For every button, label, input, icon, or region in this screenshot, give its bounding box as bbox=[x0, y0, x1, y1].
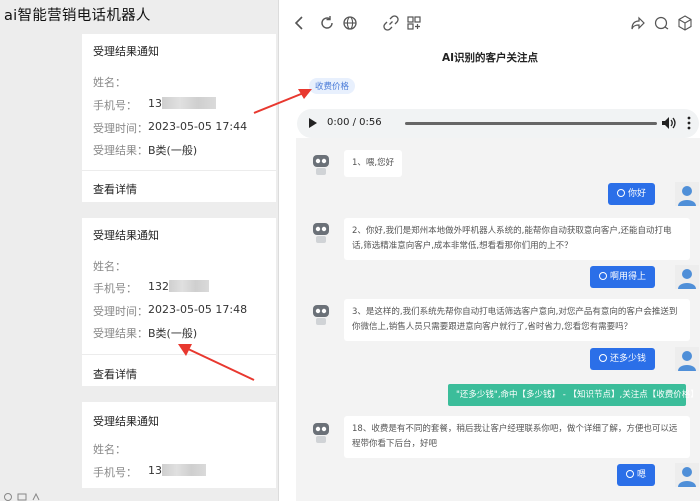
divider bbox=[82, 354, 276, 355]
audio-progress[interactable] bbox=[405, 122, 657, 125]
toolbar bbox=[279, 10, 700, 36]
phone-label: 手机号： bbox=[93, 282, 137, 295]
time-label: 受理时间： bbox=[93, 305, 148, 318]
robot-avatar-icon bbox=[313, 223, 329, 243]
phone-prefix: 13 bbox=[148, 97, 162, 110]
user-avatar-icon bbox=[675, 265, 699, 289]
screen: ai智能营销电话机器人 受理结果通知 姓名： 手机号： 13 受理时间： 202… bbox=[0, 0, 700, 501]
more-options-icon[interactable] bbox=[687, 116, 691, 130]
view-details-link[interactable]: 查看详情 bbox=[93, 181, 137, 197]
robot-avatar-icon bbox=[313, 423, 329, 443]
result-value: B类(一般) bbox=[148, 144, 198, 157]
cube-icon[interactable] bbox=[676, 14, 694, 32]
emoji-icon bbox=[4, 493, 12, 501]
scissors-icon bbox=[32, 492, 40, 501]
phone-prefix: 13 bbox=[148, 464, 162, 477]
user-message[interactable]: 你好 bbox=[607, 183, 655, 205]
footer-icons bbox=[4, 492, 44, 501]
bot-message: 18、收费是有不同的套餐，稍后我让客户经理联系你吧，做个详细了解，方便也可以远程… bbox=[344, 416, 690, 458]
time-value: 2023-05-05 17:44 bbox=[148, 120, 248, 133]
time-label: 受理时间： bbox=[93, 122, 148, 135]
user-message-text: 还多少钱 bbox=[609, 354, 646, 364]
view-details-link[interactable]: 查看详情 bbox=[93, 366, 137, 382]
play-circle-icon bbox=[598, 272, 607, 280]
user-avatar-icon bbox=[675, 463, 699, 487]
user-message-text: 你好 bbox=[627, 189, 646, 199]
back-icon[interactable] bbox=[291, 14, 309, 32]
card-title: 受理结果通知 bbox=[93, 45, 159, 58]
play-circle-icon bbox=[616, 189, 625, 197]
volume-icon[interactable] bbox=[661, 116, 677, 130]
play-circle-icon bbox=[598, 354, 607, 362]
result-card: 受理结果通知 姓名： 手机号： 13 受理时间： 2023-05-05 17:4… bbox=[82, 34, 276, 202]
play-icon[interactable] bbox=[309, 118, 317, 128]
user-message-text: 啊用得上 bbox=[609, 272, 646, 282]
redacted-phone bbox=[162, 97, 216, 109]
phone-prefix: 132 bbox=[148, 280, 169, 293]
user-message[interactable]: 嗯 bbox=[616, 464, 655, 486]
result-card: 受理结果通知 姓名： 手机号： 132 受理时间： 2023-05-05 17:… bbox=[82, 218, 276, 386]
miniprogram-icon[interactable] bbox=[405, 14, 423, 32]
chat-transcript: 1、喂,您好 你好 2、你好,我们是郑州本地做外呼机器人系统的,能帮你自动获取意… bbox=[296, 138, 700, 501]
keyword-hit-banner: "还多少钱",命中【多少钱】 - 【知识节点】,关注点【收费价格】 bbox=[448, 384, 699, 406]
robot-avatar-icon bbox=[313, 155, 329, 175]
notification-list-panel: ai智能营销电话机器人 受理结果通知 姓名： 手机号： 13 受理时间： 202… bbox=[0, 0, 276, 501]
user-avatar-icon bbox=[675, 347, 699, 371]
phone-label: 手机号： bbox=[93, 466, 137, 479]
call-detail-panel: AI识别的客户关注点 收费价格 0:00 / 0:56 1、喂,您好 你好 2、… bbox=[278, 0, 700, 501]
name-label: 姓名： bbox=[93, 76, 126, 89]
globe-icon[interactable] bbox=[341, 14, 359, 32]
result-card: 受理结果通知 姓名： 手机号： 13 bbox=[82, 402, 276, 488]
card-title: 受理结果通知 bbox=[93, 229, 159, 242]
result-label: 受理结果： bbox=[93, 327, 148, 340]
time-value: 2023-05-05 17:48 bbox=[148, 303, 248, 316]
bot-message: 3、是这样的,我们系统先帮你自动打电话筛选客户意向,对您产品有意向的客户会推送到… bbox=[344, 299, 690, 341]
name-label: 姓名： bbox=[93, 443, 126, 456]
bot-message: 1、喂,您好 bbox=[344, 150, 403, 177]
name-label: 姓名： bbox=[93, 260, 126, 273]
audio-time: 0:00 / 0:56 bbox=[327, 117, 382, 128]
user-message[interactable]: 还多少钱 bbox=[589, 348, 655, 370]
result-value: B类(一般) bbox=[148, 327, 198, 340]
concern-tag[interactable]: 收费价格 bbox=[309, 78, 356, 94]
comment-icon[interactable] bbox=[652, 14, 670, 32]
link-icon[interactable] bbox=[382, 14, 400, 32]
card-title: 受理结果通知 bbox=[93, 415, 159, 428]
play-circle-icon bbox=[625, 470, 634, 478]
phone-label: 手机号： bbox=[93, 99, 137, 112]
user-message-text: 嗯 bbox=[636, 470, 646, 480]
result-label: 受理结果： bbox=[93, 144, 148, 157]
folder-icon bbox=[17, 493, 27, 501]
user-avatar-icon bbox=[675, 182, 699, 206]
share-icon[interactable] bbox=[629, 14, 647, 32]
redacted-phone bbox=[162, 464, 206, 476]
divider bbox=[82, 170, 276, 171]
refresh-icon[interactable] bbox=[318, 14, 336, 32]
redacted-phone bbox=[169, 280, 209, 292]
audio-player: 0:00 / 0:56 bbox=[297, 109, 699, 138]
user-message[interactable]: 啊用得上 bbox=[589, 266, 655, 288]
panel-title: AI识别的客户关注点 bbox=[441, 52, 539, 64]
robot-avatar-icon bbox=[313, 305, 329, 325]
bot-message: 2、你好,我们是郑州本地做外呼机器人系统的,能帮你自动获取意向客户,还能自动打电… bbox=[344, 218, 690, 260]
app-title: ai智能营销电话机器人 bbox=[4, 8, 151, 24]
